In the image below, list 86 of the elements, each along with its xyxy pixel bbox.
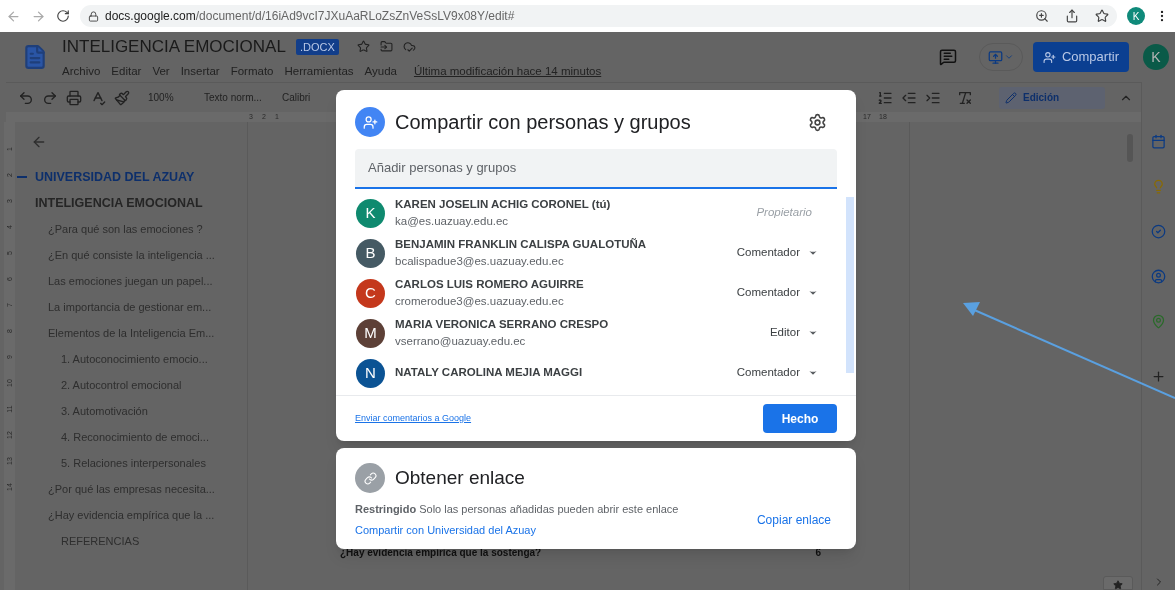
menu-item[interactable]: Insertar (180, 62, 220, 80)
role-dropdown[interactable]: Comentador (736, 244, 818, 262)
person-name: MARIA VERONICA SERRANO CRESPO (395, 316, 609, 332)
add-people-input[interactable]: Añadir personas y grupos (368, 158, 824, 178)
person-avatar: C (356, 278, 385, 308)
add-people-field[interactable]: Añadir personas y grupos (355, 149, 837, 189)
menu-item[interactable]: Ver (152, 62, 170, 80)
person-name: NATALY CAROLINA MEJIA MAGGI (395, 365, 583, 381)
outline-item[interactable]: UNIVERSIDAD DEL AZUAY (35, 164, 195, 190)
profile-avatar[interactable]: K (1127, 7, 1145, 25)
done-button[interactable]: Hecho (763, 404, 837, 433)
caret-icon (1003, 52, 1014, 62)
add-icon[interactable] (1151, 369, 1166, 384)
numbered-list-icon[interactable] (877, 89, 893, 106)
role-dropdown[interactable]: Comentador (736, 364, 818, 382)
back-icon[interactable] (6, 8, 21, 24)
person-email: ka@es.uazuay.edu.ec (395, 214, 510, 229)
person-email: vserrano@uazuay.edu.ec (395, 334, 527, 349)
pencil-icon (1005, 91, 1017, 104)
person-avatar: M (356, 318, 385, 348)
explore-button[interactable] (1103, 576, 1133, 590)
person-avatar: K (356, 198, 385, 228)
zoom-icon[interactable] (1035, 9, 1049, 23)
card-title: Obtener enlace (395, 465, 525, 490)
forward-icon[interactable] (31, 8, 46, 24)
dialog-title: Compartir con personas y grupos (395, 110, 691, 135)
cloud-icon[interactable] (402, 40, 416, 54)
contacts-icon[interactable] (1151, 269, 1166, 284)
access-description: Restringido Solo las personas añadidas pueden abrir este enlace (355, 502, 679, 517)
menu-item[interactable]: Editar (111, 62, 142, 80)
menu-item[interactable]: Formato (230, 62, 274, 80)
bookmark-star-icon[interactable] (1095, 9, 1109, 23)
redo-icon[interactable] (42, 89, 58, 106)
outline-item[interactable]: INTELIGENCIA EMOCIONAL (35, 190, 203, 216)
font-select[interactable]: Calibri (282, 90, 311, 105)
lock-icon (88, 10, 99, 22)
document-text: ¿Hay evidencia empírica que la sostenga? (340, 546, 542, 560)
comments-icon[interactable] (938, 48, 957, 66)
calendar-icon[interactable] (1151, 134, 1166, 149)
add-person-icon (355, 107, 385, 137)
caret-icon (808, 288, 818, 298)
link-icon (355, 463, 385, 493)
move-folder-icon[interactable] (379, 40, 393, 54)
role-dropdown[interactable]: Editor (769, 324, 818, 342)
reload-icon[interactable] (56, 9, 70, 23)
back-arrow-icon[interactable] (31, 134, 47, 150)
share-button[interactable]: Compartir (1032, 42, 1129, 72)
person-name: CARLOS LUIS ROMERO AGUIRRE (395, 276, 584, 292)
role-dropdown[interactable]: Comentador (736, 284, 818, 302)
person-icon (1042, 50, 1056, 64)
share-page-icon[interactable] (1065, 9, 1079, 23)
person-avatar: N (356, 358, 385, 388)
account-avatar[interactable]: K (1143, 44, 1169, 70)
person-avatar: B (356, 238, 385, 268)
undo-icon[interactable] (18, 89, 34, 106)
star-icon[interactable] (356, 40, 370, 54)
url-text: docs.google.com/document/d/16iAd9vcI7JXuAaRLoZsZnVeSsLV9x08Y/edit# (105, 8, 515, 25)
caret-icon (808, 368, 818, 378)
explore-icon (1113, 580, 1123, 590)
present-icon (987, 49, 1003, 65)
address-bar[interactable]: docs.google.com/document/d/16iAd9vcI7JXuAaRLoZsZnVeSsLV9x08Y/edit# (80, 5, 1117, 27)
person-email: bcalispadue3@es.uazuay.edu.ec (395, 254, 565, 269)
person-name: BENJAMIN FRANKLIN CALISPA GUALOTUÑA (395, 236, 647, 252)
document-title[interactable]: INTELIGENCIA EMOCIONAL (62, 34, 286, 60)
paint-format-icon[interactable] (114, 89, 130, 106)
person-name: KAREN JOSELIN ACHIG CORONEL (tú) (395, 196, 611, 212)
change-access-link[interactable]: Compartir con Universidad del Azuay (355, 521, 679, 538)
clear-formatting-icon[interactable] (957, 89, 973, 106)
zoom-select[interactable]: 100% (148, 90, 196, 105)
caret-icon (808, 328, 818, 338)
menu-item[interactable]: Ayuda (364, 62, 397, 80)
menu-item[interactable]: Herramientas (284, 62, 354, 80)
last-modified-link[interactable]: Última modificación hace 14 minutos (413, 62, 602, 80)
person-email: cromerodue3@es.uazuay.edu.ec (395, 294, 565, 309)
file-type-badge: .DOCX (295, 38, 339, 56)
print-icon[interactable] (66, 89, 82, 106)
editing-mode-select[interactable]: Edición (999, 86, 1105, 109)
caret-icon (808, 248, 818, 258)
menu-item[interactable]: Archivo (62, 62, 101, 80)
tasks-icon[interactable] (1151, 224, 1166, 239)
feedback-link[interactable]: Enviar comentarios a Google (355, 411, 472, 426)
settings-icon[interactable] (808, 112, 827, 132)
role-label: Propietario (756, 205, 812, 221)
spellcheck-icon[interactable] (90, 89, 106, 106)
style-select[interactable]: Texto norm... (204, 90, 274, 105)
copy-link-button[interactable]: Copiar enlace (750, 506, 837, 533)
